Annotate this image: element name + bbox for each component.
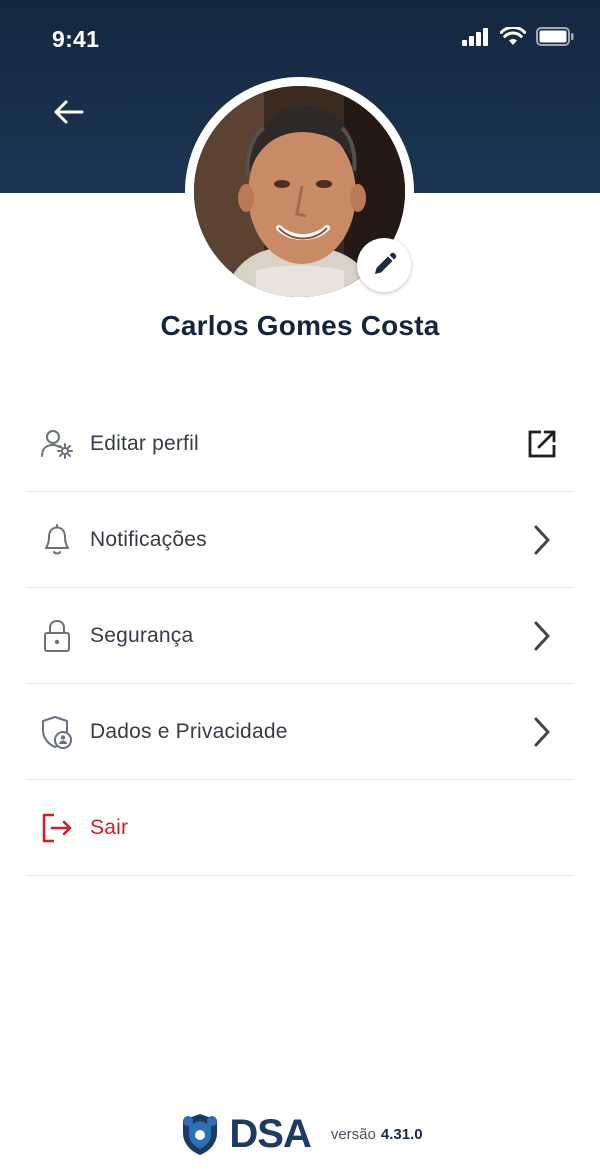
version-number: 4.31.0 [380, 1125, 423, 1143]
logout-icon [40, 811, 74, 845]
status-icons [462, 27, 574, 46]
edit-photo-button[interactable] [357, 238, 411, 292]
wifi-icon [500, 27, 526, 45]
user-name: Carlos Gomes Costa [160, 310, 440, 341]
bell-icon [40, 523, 74, 557]
settings-menu: Editar perfil Notificações Segurança Dad… [26, 396, 574, 876]
menu-item-security[interactable]: Segurança [26, 588, 574, 684]
shield-user-icon [40, 715, 74, 749]
version-label: versão [330, 1125, 376, 1143]
menu-item-label: Dados e Privacidade [90, 719, 288, 743]
status-bar: 9:41 [0, 0, 600, 80]
arrow-left-icon [54, 100, 84, 124]
menu-item-label: Editar perfil [90, 431, 199, 455]
footer: DSA versão 4.31.0 [0, 1104, 600, 1164]
signal-icon [462, 27, 488, 46]
status-time: 9:41 [52, 26, 100, 52]
back-button[interactable] [50, 94, 88, 130]
battery-icon [536, 27, 574, 46]
menu-item-notifications[interactable]: Notificações [26, 492, 574, 588]
brand-name: DSA [229, 1111, 311, 1156]
pencil-icon [375, 252, 397, 274]
menu-item-logout[interactable]: Sair [26, 780, 574, 876]
menu-item-data-privacy[interactable]: Dados e Privacidade [26, 684, 574, 780]
external-link-icon [526, 428, 558, 460]
chevron-right-icon [526, 620, 558, 652]
chevron-right-icon [526, 524, 558, 556]
brand-logo: DSA [177, 1111, 312, 1157]
menu-item-label: Notificações [90, 527, 207, 551]
dsa-shield-icon [183, 1114, 218, 1155]
lock-icon [40, 619, 74, 653]
menu-item-edit-profile[interactable]: Editar perfil [26, 396, 574, 492]
chevron-right-icon [526, 716, 558, 748]
menu-item-label: Segurança [90, 623, 194, 647]
menu-item-label: Sair [90, 815, 129, 839]
user-settings-icon [40, 427, 74, 461]
